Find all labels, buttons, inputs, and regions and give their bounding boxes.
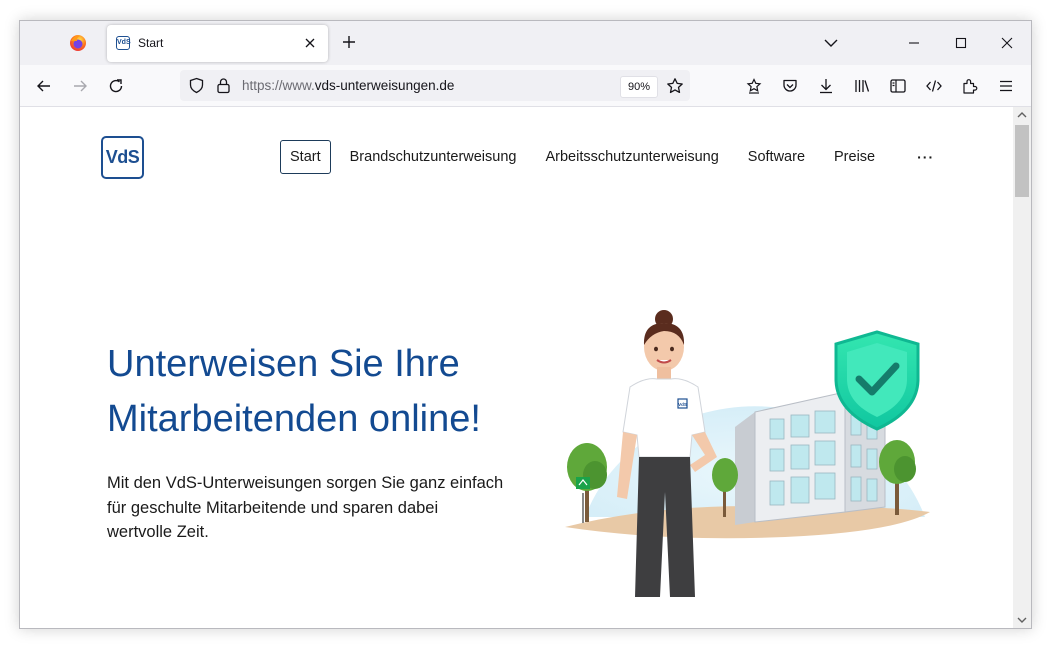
url-text[interactable]: https://www.vds-unterweisungen.de: [242, 78, 454, 93]
save-to-pocket-star-icon[interactable]: [745, 77, 763, 95]
window-close-icon[interactable]: [997, 33, 1017, 53]
url-prefix: https://www.: [242, 78, 315, 93]
tab-favicon: VdS: [116, 36, 131, 50]
scroll-up-arrow-icon[interactable]: [1017, 110, 1027, 120]
hero-title: Unterweisen Sie Ihre Mitarbeitenden onli…: [107, 343, 481, 440]
tab-title: Start: [138, 36, 164, 50]
browser-window: VdS Start https://www.vds-unterweisungen…: [19, 20, 1032, 629]
nav-item-software[interactable]: Software: [738, 140, 815, 174]
site-navigation: Start Brandschutzunterweisung Arbeitssch…: [280, 140, 943, 174]
maximize-icon[interactable]: [951, 33, 971, 53]
scrollbar-thumb[interactable]: [1015, 125, 1029, 197]
chevron-down-icon[interactable]: [823, 35, 839, 51]
tab-start[interactable]: VdS Start: [107, 25, 328, 62]
tab-strip: VdS Start: [20, 21, 1031, 65]
url-domain: vds-unterweisungen.de: [314, 78, 455, 93]
nav-item-brandschutzunterweisung[interactable]: Brandschutzunterweisung: [340, 140, 527, 174]
url-bar[interactable]: https://www.vds-unterweisungen.de 90%: [180, 70, 690, 101]
nav-item-arbeitsschutzunterweisung[interactable]: Arbeitsschutzunterweisung: [535, 140, 728, 174]
page-scrollbar[interactable]: [1013, 107, 1031, 628]
nav-more-button[interactable]: ···: [908, 141, 943, 173]
shirt-badge-text: VdS: [678, 402, 687, 407]
extensions-icon[interactable]: [961, 77, 979, 95]
new-tab-icon[interactable]: [340, 33, 358, 51]
scroll-down-arrow-icon[interactable]: [1017, 615, 1027, 625]
lock-icon[interactable]: [216, 77, 231, 94]
bookmark-star-icon[interactable]: [666, 77, 684, 95]
hero-illustration: VdS: [565, 310, 930, 597]
nav-item-preise[interactable]: Preise: [824, 140, 885, 174]
back-arrow-icon[interactable]: [35, 77, 53, 95]
nav-item-start[interactable]: Start: [280, 140, 331, 174]
download-icon[interactable]: [817, 77, 835, 95]
reload-icon[interactable]: [107, 77, 125, 95]
hamburger-menu-icon[interactable]: [997, 77, 1015, 95]
tracking-shield-icon[interactable]: [188, 77, 205, 94]
firefox-icon[interactable]: [68, 33, 88, 53]
zoom-level-badge[interactable]: 90%: [620, 76, 658, 98]
developer-tools-icon[interactable]: [925, 77, 943, 95]
hero-text: Mit den VdS-Unterweisungen sorgen Sie ga…: [107, 474, 504, 541]
navigation-toolbar: https://www.vds-unterweisungen.de 90%: [20, 65, 1031, 107]
close-tab-icon[interactable]: [302, 35, 318, 51]
page-content: VdS Start Brandschutzunterweisung Arbeit…: [20, 107, 1013, 628]
forward-arrow-icon[interactable]: [71, 77, 89, 95]
library-icon[interactable]: [853, 77, 871, 95]
site-logo[interactable]: VdS: [101, 136, 144, 179]
sidebar-icon[interactable]: [889, 77, 907, 95]
pocket-icon[interactable]: [781, 77, 799, 95]
minimize-icon[interactable]: [904, 33, 924, 53]
